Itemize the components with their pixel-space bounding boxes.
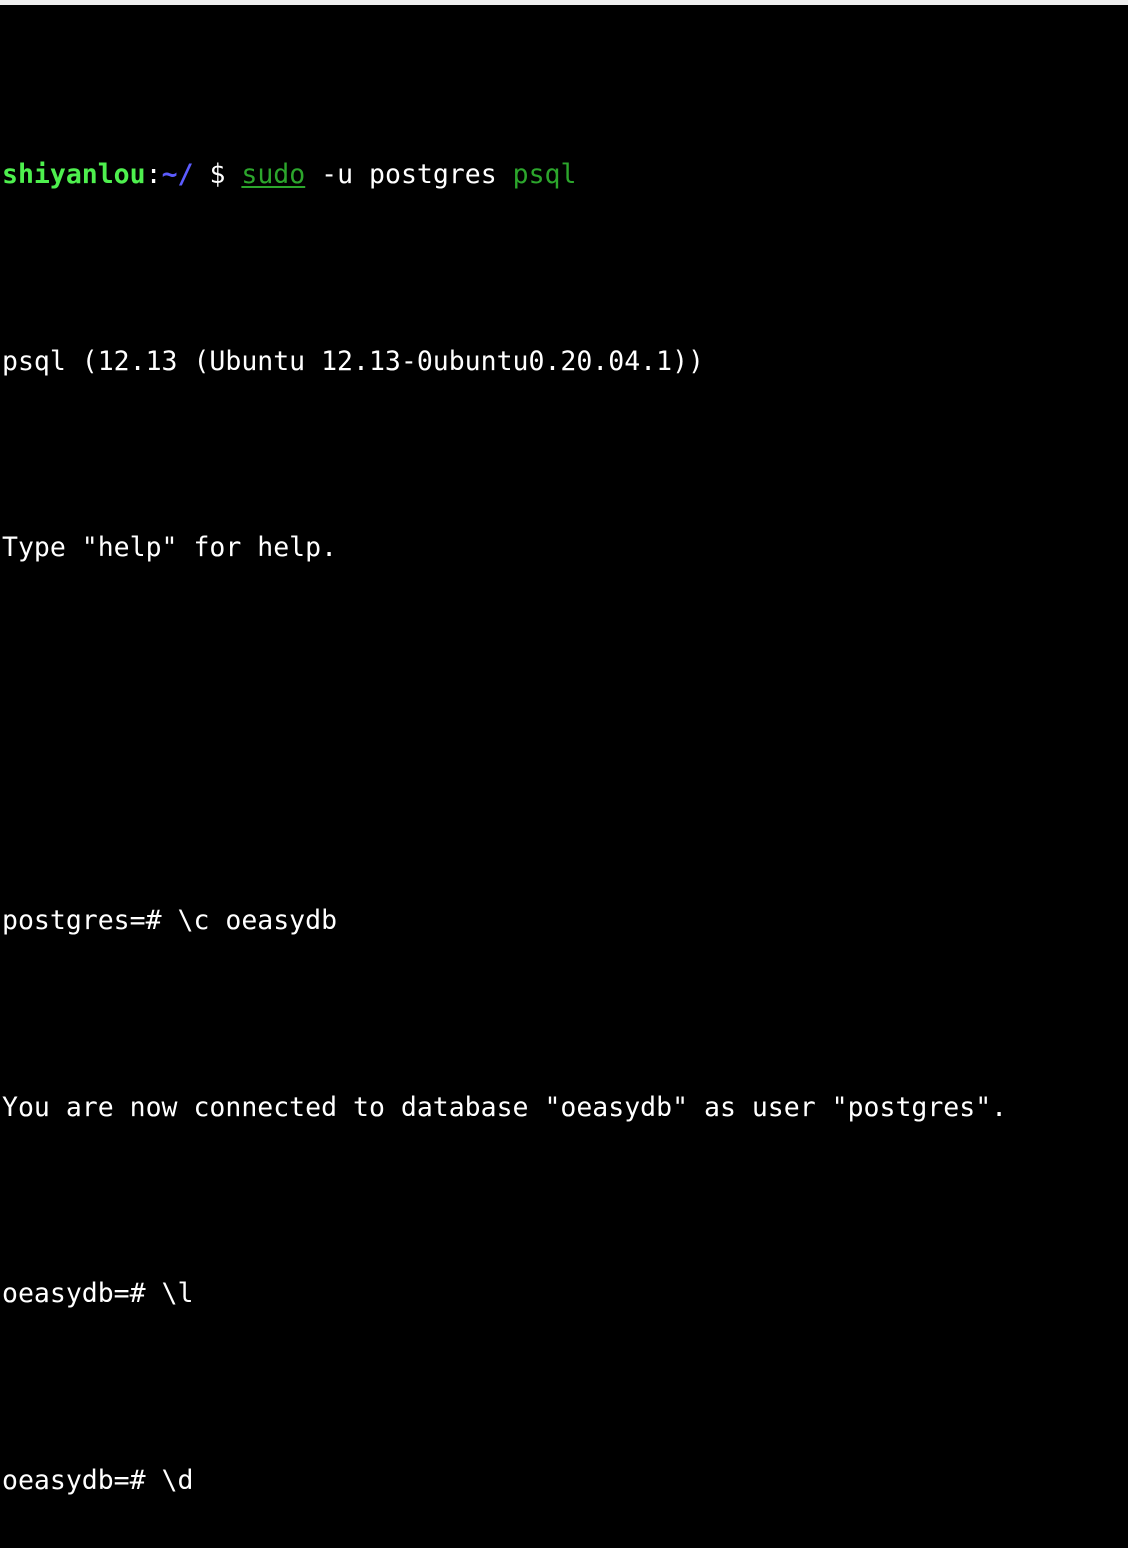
command-space: [225, 159, 241, 190]
describe-command-text: \d: [161, 1464, 194, 1496]
prompt-username: shiyanlou: [2, 159, 146, 191]
psql-prompt-oeasydb: oeasydb=#: [2, 1278, 162, 1310]
list-databases-command-text: \l: [161, 1278, 194, 1310]
sudo-arguments: -u postgres: [305, 159, 513, 191]
sudo-command-token: sudo: [241, 159, 306, 191]
prompt-sigil: $: [209, 159, 226, 191]
terminal-output-area[interactable]: shiyanlou:~/ $ sudo -u postgres psql psq…: [0, 5, 1128, 1496]
prompt-path: ~/: [161, 159, 194, 191]
psql-prompt-postgres: postgres=#: [2, 905, 178, 937]
connect-command-text: \c oeasydb: [177, 905, 338, 937]
connect-command-line: postgres=# \c oeasydb: [2, 902, 1128, 939]
describe-command-line: oeasydb=# \d: [2, 1462, 1128, 1499]
terminal-window: shiyanlou:~/ $ sudo -u postgres psql psq…: [0, 0, 1128, 1496]
psql-help-line: Type "help" for help.: [2, 532, 338, 564]
list-databases-command-line: oeasydb=# \l: [2, 1275, 1128, 1312]
shell-command-line: shiyanlou:~/ $ sudo -u postgres psql: [2, 156, 1128, 193]
psql-version-line: psql (12.13 (Ubuntu 12.13-0ubuntu0.20.04…: [2, 345, 704, 377]
psql-prompt-oeasydb-2: oeasydb=#: [2, 1464, 162, 1496]
connect-result-line: You are now connected to database "oeasy…: [2, 1091, 1008, 1123]
prompt-colon: :: [145, 159, 162, 191]
psql-program-token: psql: [512, 159, 577, 191]
